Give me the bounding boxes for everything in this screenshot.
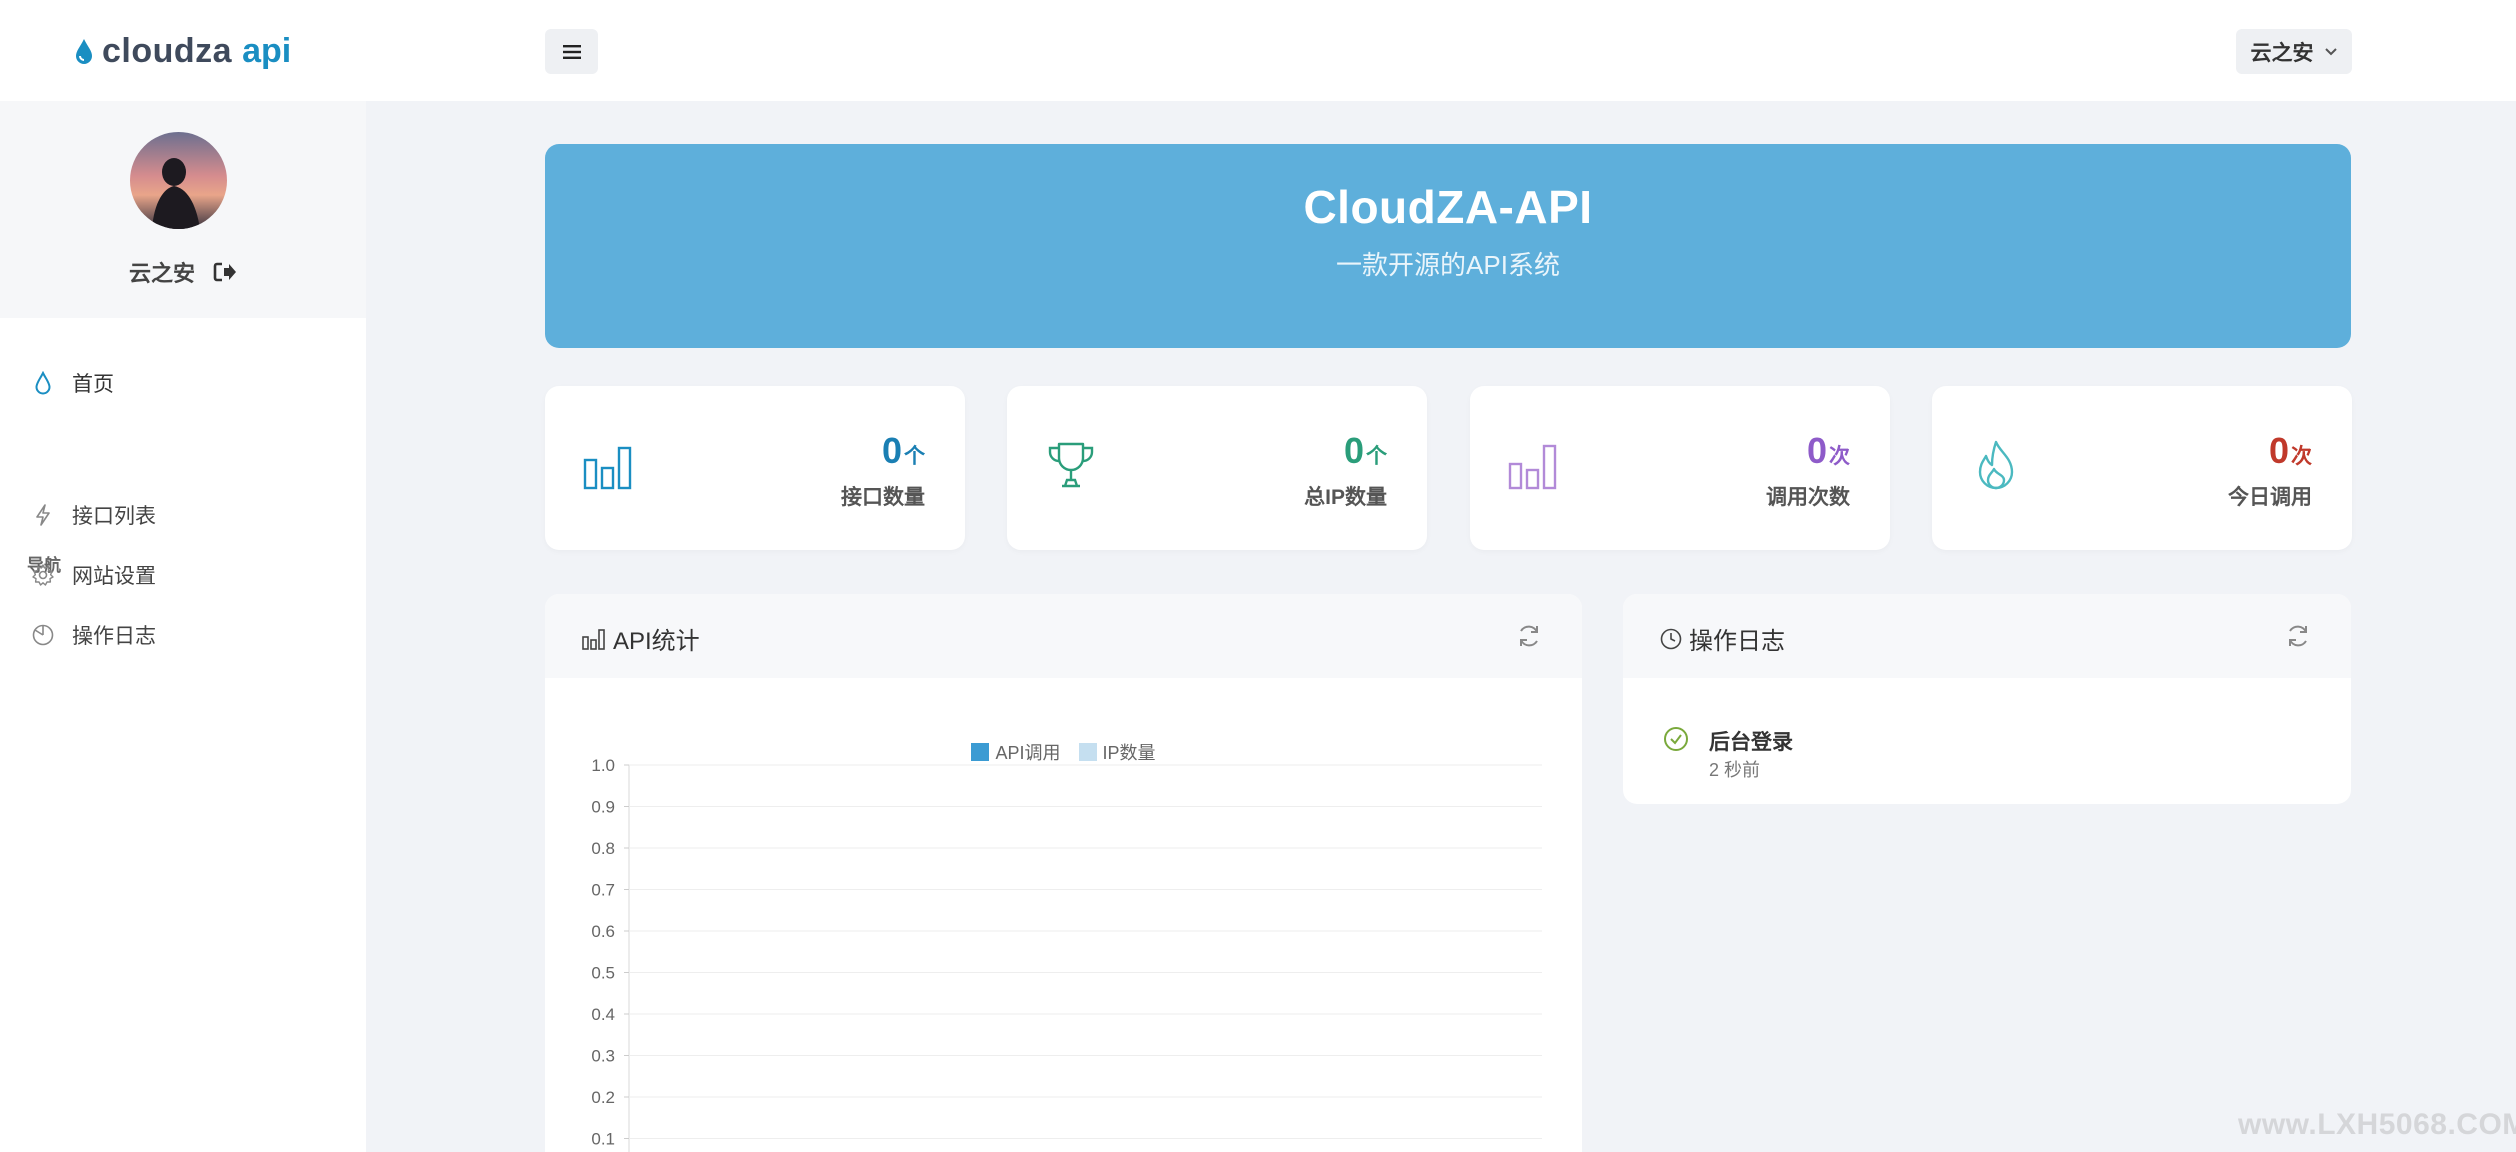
log-entry-title: 后台登录	[1709, 731, 1793, 754]
sidebar-item-label: 接口列表	[72, 505, 156, 528]
stat-unit: 次	[2291, 445, 2312, 468]
stat-label: 调用次数	[1766, 486, 1850, 509]
sidebar-item-label: 操作日志	[72, 625, 156, 648]
api-stats-chart: 0.1 0.2 0.3 0.4 0.5 0.6 0.7 0.8 0.9 1.0	[591, 756, 1542, 1152]
y-tick-label: 0.4	[591, 1005, 615, 1024]
pie-icon	[32, 624, 54, 646]
y-tick-label: 0.1	[591, 1130, 615, 1149]
sidebar-item-operation-log[interactable]: 操作日志	[30, 617, 156, 653]
profile-name-row: 云之安	[0, 256, 366, 288]
check-circle-icon	[1664, 727, 1688, 751]
y-tick-label: 0.8	[591, 839, 615, 858]
stat-card-today-calls: 0 次 今日调用	[1932, 386, 2352, 550]
stat-unit: 次	[1829, 445, 1850, 468]
drop-icon	[35, 371, 51, 395]
menu-icon	[562, 44, 581, 59]
api-stats-panel: API统计 API调用 IP数量 0.1 0.2 0.3 0.4 0.5 0.6 0.7 0.…	[545, 594, 1582, 1152]
menu-toggle-button[interactable]	[545, 29, 598, 74]
panel-title-text: 操作日志	[1689, 628, 1785, 655]
bar-chart-icon	[583, 446, 632, 490]
stat-unit: 个	[1366, 445, 1387, 468]
y-tick-label: 0.6	[591, 922, 615, 941]
y-tick-label: 0.7	[591, 881, 615, 900]
stat-label: 接口数量	[841, 486, 925, 509]
avatar[interactable]	[130, 132, 227, 229]
clock-icon	[1660, 628, 1682, 649]
bar-chart-icon	[1508, 444, 1557, 490]
stat-value: 0 次	[2269, 430, 2312, 472]
y-tick-label: 0.2	[591, 1088, 615, 1107]
panel-title: 操作日志	[1659, 621, 1785, 656]
operation-log-panel: 操作日志 后台登录 2 秒前	[1623, 594, 2351, 804]
y-tick-label: 0.5	[591, 964, 615, 983]
trophy-icon	[1048, 442, 1094, 488]
y-tick-label: 0.3	[591, 1047, 615, 1066]
sidebar-item-label: 网站设置	[72, 565, 156, 588]
user-dropdown[interactable]: 云之安	[2236, 29, 2352, 74]
sidebar-item-label: 首页	[72, 373, 114, 396]
stat-number: 0	[881, 430, 902, 471]
stat-unit: 个	[904, 445, 925, 468]
panel-header: 操作日志	[1623, 594, 2351, 678]
stat-number: 0	[1343, 430, 1364, 471]
brand-accent: api	[242, 31, 292, 70]
hero-banner: CloudZA-API 一款开源的API系统	[545, 144, 2351, 348]
stat-label: 总IP数量	[1304, 486, 1387, 509]
avatar-image	[130, 132, 227, 229]
banner-title: CloudZA-API	[1303, 181, 1593, 233]
chevron-down-icon	[2324, 47, 2337, 55]
user-dropdown-label: 云之安	[2250, 41, 2314, 65]
top-bar: cloudza api 云之安	[0, 0, 2516, 101]
stat-value: 0 次	[1807, 430, 1850, 472]
sidebar: 云之安 首页 导航 接口列表 网站设置 操作日志	[0, 101, 366, 1152]
y-tick-label: 0.9	[591, 798, 615, 817]
brand-name: cloudza	[102, 31, 233, 70]
profile-username: 云之安	[128, 261, 195, 286]
brand-logo[interactable]: cloudza api	[74, 28, 291, 74]
gear-icon	[32, 564, 54, 586]
fire-icon	[1978, 440, 2014, 490]
stat-value: 0 个	[1344, 430, 1387, 472]
drop-logo-icon	[76, 39, 92, 64]
refresh-icon[interactable]	[2285, 623, 2311, 649]
sidebar-item-api-list[interactable]: 接口列表	[30, 497, 156, 533]
stat-label: 今日调用	[2228, 486, 2312, 509]
logout-icon[interactable]	[213, 261, 237, 283]
watermark: www.LXH5068.COM	[2238, 1108, 2516, 1141]
stat-card-api-count: 0 个 接口数量	[545, 386, 965, 550]
profile-panel: 云之安	[0, 101, 366, 318]
stat-card-ip-count: 0 个 总IP数量	[1007, 386, 1427, 550]
sidebar-item-site-settings[interactable]: 网站设置	[30, 557, 156, 593]
lightning-icon	[36, 504, 50, 526]
stat-value: 0 个	[882, 430, 925, 472]
sidebar-item-home[interactable]: 首页	[30, 365, 114, 401]
banner-subtitle: 一款开源的API系统	[1336, 250, 1560, 280]
log-entry-time: 2 秒前	[1709, 760, 1761, 780]
stat-number: 0	[1806, 430, 1827, 471]
stat-number: 0	[2268, 430, 2289, 471]
y-tick-label: 1.0	[591, 756, 615, 775]
stat-card-call-count: 0 次 调用次数	[1470, 386, 1890, 550]
